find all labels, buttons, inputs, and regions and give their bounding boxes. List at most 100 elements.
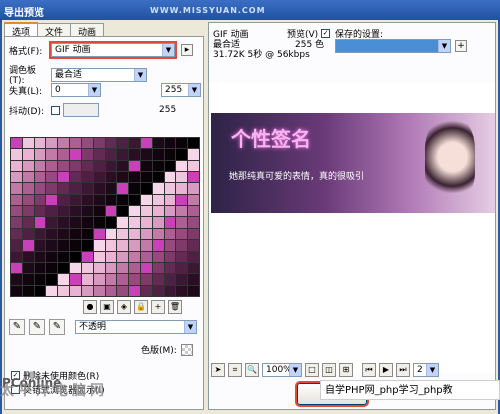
palette-swatch[interactable] [11, 194, 22, 206]
palette-swatch[interactable] [152, 138, 164, 149]
palette-swatch[interactable] [129, 172, 140, 183]
palette-swatch[interactable] [129, 183, 140, 194]
palette-swatch[interactable] [46, 228, 58, 240]
palette-swatch[interactable] [188, 240, 199, 251]
palette-swatch[interactable] [34, 217, 46, 228]
palette-swatch[interactable] [188, 206, 199, 217]
crop-tool-icon[interactable]: ⌗ [228, 363, 242, 377]
palette-swatch[interactable] [93, 228, 105, 240]
palette-swatch[interactable] [46, 183, 58, 194]
palette-swatch[interactable] [117, 228, 129, 240]
palette-swatch[interactable] [34, 206, 46, 217]
palette-swatch[interactable] [58, 149, 70, 160]
palette-swatch[interactable] [152, 217, 164, 228]
palette-swatch[interactable] [58, 160, 70, 172]
palette-swatch[interactable] [93, 285, 105, 296]
palette-swatch[interactable] [188, 149, 199, 160]
lock-icon[interactable]: 🔒 [134, 300, 148, 314]
palette-swatch[interactable] [164, 262, 176, 274]
palette-swatch[interactable] [46, 172, 58, 183]
palette-swatch[interactable] [152, 228, 164, 240]
palette-swatch[interactable] [11, 149, 22, 160]
palette-swatch[interactable] [140, 251, 152, 262]
palette-swatch[interactable] [176, 217, 188, 228]
palette-swatch[interactable] [81, 160, 93, 172]
palette-swatch[interactable] [117, 149, 129, 160]
palette-swatch[interactable] [152, 194, 164, 206]
palette-swatch[interactable] [176, 183, 188, 194]
palette-swatch[interactable] [93, 172, 105, 183]
palette-swatch[interactable] [81, 217, 93, 228]
palette-swatch[interactable] [11, 262, 22, 274]
color-wheel-icon[interactable]: ● [83, 300, 97, 314]
palette-swatch[interactable] [164, 240, 176, 251]
palette-swatch[interactable] [152, 262, 164, 274]
palette-swatch[interactable] [188, 274, 199, 285]
tab-file[interactable]: 文件 [37, 23, 72, 38]
palette-swatch[interactable] [11, 183, 22, 194]
palette-swatch[interactable] [58, 228, 70, 240]
palette-swatch[interactable] [34, 138, 46, 149]
palette-swatch[interactable] [81, 251, 93, 262]
palette-swatch[interactable] [164, 160, 176, 172]
palette-swatch[interactable] [70, 285, 81, 296]
palette-swatch[interactable] [81, 138, 93, 149]
palette-swatch[interactable] [81, 194, 93, 206]
palette-swatch[interactable] [93, 194, 105, 206]
palette-swatch[interactable] [117, 160, 129, 172]
palette-swatch[interactable] [81, 206, 93, 217]
palette-swatch[interactable] [70, 160, 81, 172]
palette-swatch[interactable] [188, 138, 199, 149]
palette-swatch[interactable] [164, 183, 176, 194]
palette-swatch[interactable] [164, 172, 176, 183]
palette-swatch[interactable] [176, 138, 188, 149]
palette-swatch[interactable] [70, 262, 81, 274]
palette-swatch[interactable] [93, 149, 105, 160]
palette-swatch[interactable] [152, 206, 164, 217]
palette-swatch[interactable] [58, 183, 70, 194]
palette-swatch[interactable] [129, 228, 140, 240]
palette-swatch[interactable] [93, 160, 105, 172]
palette-swatch[interactable] [140, 240, 152, 251]
palette-swatch[interactable] [81, 183, 93, 194]
last-frame-icon[interactable]: ⏭ [396, 363, 410, 377]
palette-swatch[interactable] [176, 262, 188, 274]
palette-swatch[interactable] [46, 240, 58, 251]
palette-swatch[interactable] [34, 172, 46, 183]
two-view-icon[interactable]: ◫ [322, 363, 336, 377]
palette-swatch[interactable] [105, 194, 117, 206]
four-view-icon[interactable]: ⊞ [339, 363, 353, 377]
palette-swatch[interactable] [105, 138, 117, 149]
palette-swatch[interactable] [22, 262, 34, 274]
palette-swatch[interactable] [81, 285, 93, 296]
first-frame-icon[interactable]: ⏮ [362, 363, 376, 377]
palette-swatch[interactable] [22, 194, 34, 206]
tab-options[interactable]: 选项 [4, 22, 39, 38]
palette-swatch[interactable] [152, 240, 164, 251]
palette-swatch[interactable] [117, 274, 129, 285]
palette-swatch[interactable] [46, 262, 58, 274]
loss-input[interactable]: 0 ▼ [51, 83, 101, 97]
add-setting-button[interactable]: + [455, 40, 467, 52]
palette-swatch[interactable] [105, 149, 117, 160]
palette-swatch[interactable] [46, 149, 58, 160]
palette-swatch[interactable] [140, 183, 152, 194]
palette-swatch[interactable] [93, 217, 105, 228]
palette-swatch[interactable] [176, 228, 188, 240]
palette-swatch[interactable] [129, 262, 140, 274]
palette-swatch[interactable] [11, 160, 22, 172]
dither-amount[interactable] [63, 103, 99, 117]
palette-swatch[interactable] [176, 194, 188, 206]
palette-swatch[interactable] [22, 206, 34, 217]
palette-swatch[interactable] [70, 183, 81, 194]
palette-swatch[interactable] [93, 183, 105, 194]
palette-swatch[interactable] [93, 240, 105, 251]
palette-swatch[interactable] [117, 251, 129, 262]
palette-swatch[interactable] [117, 217, 129, 228]
palette-swatch[interactable] [140, 149, 152, 160]
palette-swatch[interactable] [70, 240, 81, 251]
palette-swatch[interactable] [46, 206, 58, 217]
palette-swatch[interactable] [117, 183, 129, 194]
palette-swatch[interactable] [58, 206, 70, 217]
palette-swatch[interactable] [11, 172, 22, 183]
